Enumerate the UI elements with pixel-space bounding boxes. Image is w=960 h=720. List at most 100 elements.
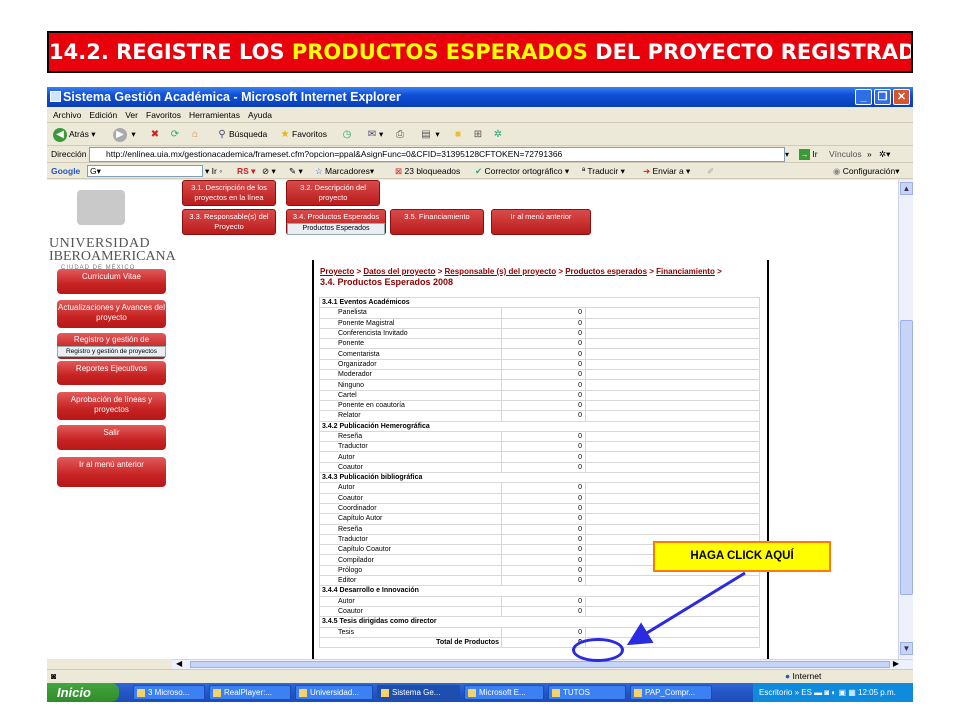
lang-indicator[interactable]: ES <box>801 688 812 697</box>
table-row: Tesis 0 <box>319 626 760 638</box>
minimize-button[interactable]: _ <box>855 89 872 105</box>
messenger-button[interactable]: ✲ <box>491 126 505 143</box>
ie-icon <box>50 91 61 102</box>
address-dropdown-icon[interactable]: ▾ <box>785 146 789 163</box>
menu-herramientas[interactable]: Herramientas <box>189 110 240 120</box>
reportes-button[interactable]: Reportes Ejecutivos <box>57 361 166 385</box>
product-label: Compilador <box>319 554 502 566</box>
section-label: 3.4.2 Publicación Hemerográfica <box>319 420 760 432</box>
links-label[interactable]: Vínculos <box>829 146 862 163</box>
registro-sub[interactable]: Registro y gestión de proyectos <box>57 346 166 357</box>
nav-3-4-sub[interactable]: Productos Esperados <box>287 223 385 235</box>
edit-button[interactable]: ▤ ▾ <box>419 126 439 143</box>
aprobacion-button[interactable]: Aprobación de líneas y proyectos <box>57 392 166 420</box>
go-arrow-icon: → <box>799 149 810 161</box>
nav-3-4-button[interactable]: 3.4. Productos Esperados Productos Esper… <box>286 209 386 235</box>
crumb-financiamiento[interactable]: Financiamiento <box>656 267 715 276</box>
horizontal-scrollbar[interactable]: ◀ ▶ <box>172 659 913 669</box>
nav-3-2-button[interactable]: 3.2. Descripción del proyecto <box>286 180 380 206</box>
product-value: 0 <box>501 389 586 401</box>
refresh-button[interactable]: ⟳ <box>168 126 182 143</box>
settings-button[interactable]: ◉ Configuración▾ <box>833 163 900 179</box>
registro-label: Registro y gestión de <box>73 335 150 344</box>
task-tutos[interactable]: TUTOS <box>548 685 626 700</box>
nav-3-1-button[interactable]: 3.1. Descripción de los proyectos en la … <box>182 180 276 206</box>
links-chevron-icon[interactable]: » <box>867 146 872 163</box>
start-button[interactable]: Inicio <box>47 683 119 702</box>
google-search-input[interactable]: G▾ <box>87 165 203 177</box>
task-universidad[interactable]: Universidad... <box>295 685 373 700</box>
actualizaciones-button[interactable]: Actualizaciones y Avances del proyecto <box>57 300 166 328</box>
scroll-down-icon[interactable]: ▼ <box>900 642 913 655</box>
hscroll-thumb[interactable] <box>190 661 890 668</box>
product-label: Cartel <box>319 389 502 401</box>
product-value: 0 <box>501 492 586 504</box>
task-sistema[interactable]: Sistema Ge... <box>377 685 460 700</box>
salir-button[interactable]: Salir <box>57 425 166 450</box>
total-row: Total de Productos 0 <box>319 636 760 649</box>
product-value: 0 <box>501 595 586 607</box>
task-microsoft[interactable]: 3 Microso... <box>133 685 205 700</box>
vertical-scrollbar[interactable]: ▲ ▼ <box>898 180 913 659</box>
scroll-up-icon[interactable]: ▲ <box>900 182 913 195</box>
nav-back-button[interactable]: Ir al menú anterior <box>491 209 591 235</box>
nav-3-3-button[interactable]: 3.3. Responsable(s) del Proyecto <box>182 209 276 235</box>
menu-favoritos[interactable]: Favoritos <box>146 110 181 120</box>
popup-blocker[interactable]: ⊠ 23 bloqueados <box>395 163 460 179</box>
favorites-button[interactable]: ★ Favoritos <box>278 126 327 143</box>
highlight-icon[interactable]: ✎ ▾ <box>289 163 303 179</box>
scroll-left-icon[interactable]: ◀ <box>176 659 182 668</box>
translate-button[interactable]: ª Traducir ▾ <box>582 163 625 179</box>
scroll-thumb[interactable] <box>900 320 913 595</box>
menu-ver[interactable]: Ver <box>125 110 138 120</box>
research-button[interactable]: ⊞ <box>471 126 485 143</box>
go-button[interactable]: → Ir <box>799 146 818 163</box>
title-bar: Sistema Gestión Académica - Microsoft In… <box>47 87 913 107</box>
nav-3-5-button[interactable]: 3.5. Financiamiento <box>390 209 484 235</box>
menu-archivo[interactable]: Archivo <box>53 110 81 120</box>
crumb-datos[interactable]: Datos del proyecto <box>363 267 435 276</box>
empty-cell <box>585 492 760 504</box>
table-row: Organizador 0 <box>319 358 760 371</box>
crumb-productos[interactable]: Productos esperados <box>565 267 647 276</box>
product-label: Editor <box>319 575 502 587</box>
spellcheck-button[interactable]: ✔ Corrector ortográfico ▾ <box>475 163 569 179</box>
menu-ayuda[interactable]: Ayuda <box>248 110 272 120</box>
extra-icon[interactable]: ✲▾ <box>879 146 890 163</box>
folder-button[interactable]: ■ <box>451 126 465 143</box>
news-icon[interactable]: ⊘ ▾ <box>262 163 276 179</box>
forward-button[interactable]: ▶ ▾ <box>113 126 136 143</box>
crumb-proyecto[interactable]: Proyecto <box>320 267 354 276</box>
content-left-border <box>312 260 314 659</box>
table-row: Relator 0 <box>319 410 760 422</box>
desktop-label[interactable]: Escritorio <box>759 688 792 697</box>
maximize-button[interactable]: ❐ <box>874 89 891 105</box>
print-button[interactable]: ⎙ <box>393 126 407 143</box>
crumb-responsable[interactable]: Responsable (s) del proyecto <box>445 267 557 276</box>
task-pap[interactable]: PAP_Compr... <box>630 685 712 700</box>
curriculum-button[interactable]: Curriculum Vitae <box>57 269 166 294</box>
section-label: 3.4.1 Eventos Académicos <box>319 296 760 309</box>
university-logo: UNIVERSIDAD IBEROAMERICANA CIUDAD DE MÉX… <box>47 185 176 271</box>
rss-button[interactable]: RS ▾ <box>237 163 255 179</box>
task-realplayer[interactable]: RealPlayer:... <box>209 685 291 700</box>
menu-anterior-button[interactable]: Ir al menú anterior <box>57 457 166 487</box>
close-button[interactable]: ✕ <box>893 89 910 105</box>
product-label: Ninguno <box>319 379 502 391</box>
registro-button[interactable]: Registro y gestión de Registro y gestión… <box>57 333 166 359</box>
google-search-button[interactable]: ▾ Ir ◦ <box>205 163 222 179</box>
menu-edicion[interactable]: Edición <box>89 110 117 120</box>
empty-cell <box>585 502 760 515</box>
search-button[interactable]: ⚲ Búsqueda <box>215 126 267 143</box>
stop-button[interactable]: ✖ <box>148 126 162 143</box>
mail-button[interactable]: ✉ ▾ <box>365 126 383 143</box>
send-button[interactable]: ➜ Enviar a ▾ <box>643 163 690 179</box>
history-button[interactable]: ◷ <box>340 126 354 143</box>
bookmarks-button[interactable]: ☆ Marcadores▾ <box>315 163 374 179</box>
address-input[interactable]: http://enlinea.uia.mx/gestionacademica/f… <box>89 147 785 162</box>
back-button[interactable]: ◀ Atrás ▾ <box>53 126 95 143</box>
home-button[interactable]: ⌂ <box>188 126 202 143</box>
pen-icon[interactable]: ✐ <box>707 163 714 179</box>
task-explorer[interactable]: Microsoft E... <box>464 685 544 700</box>
scroll-right-icon[interactable]: ▶ <box>893 659 899 668</box>
